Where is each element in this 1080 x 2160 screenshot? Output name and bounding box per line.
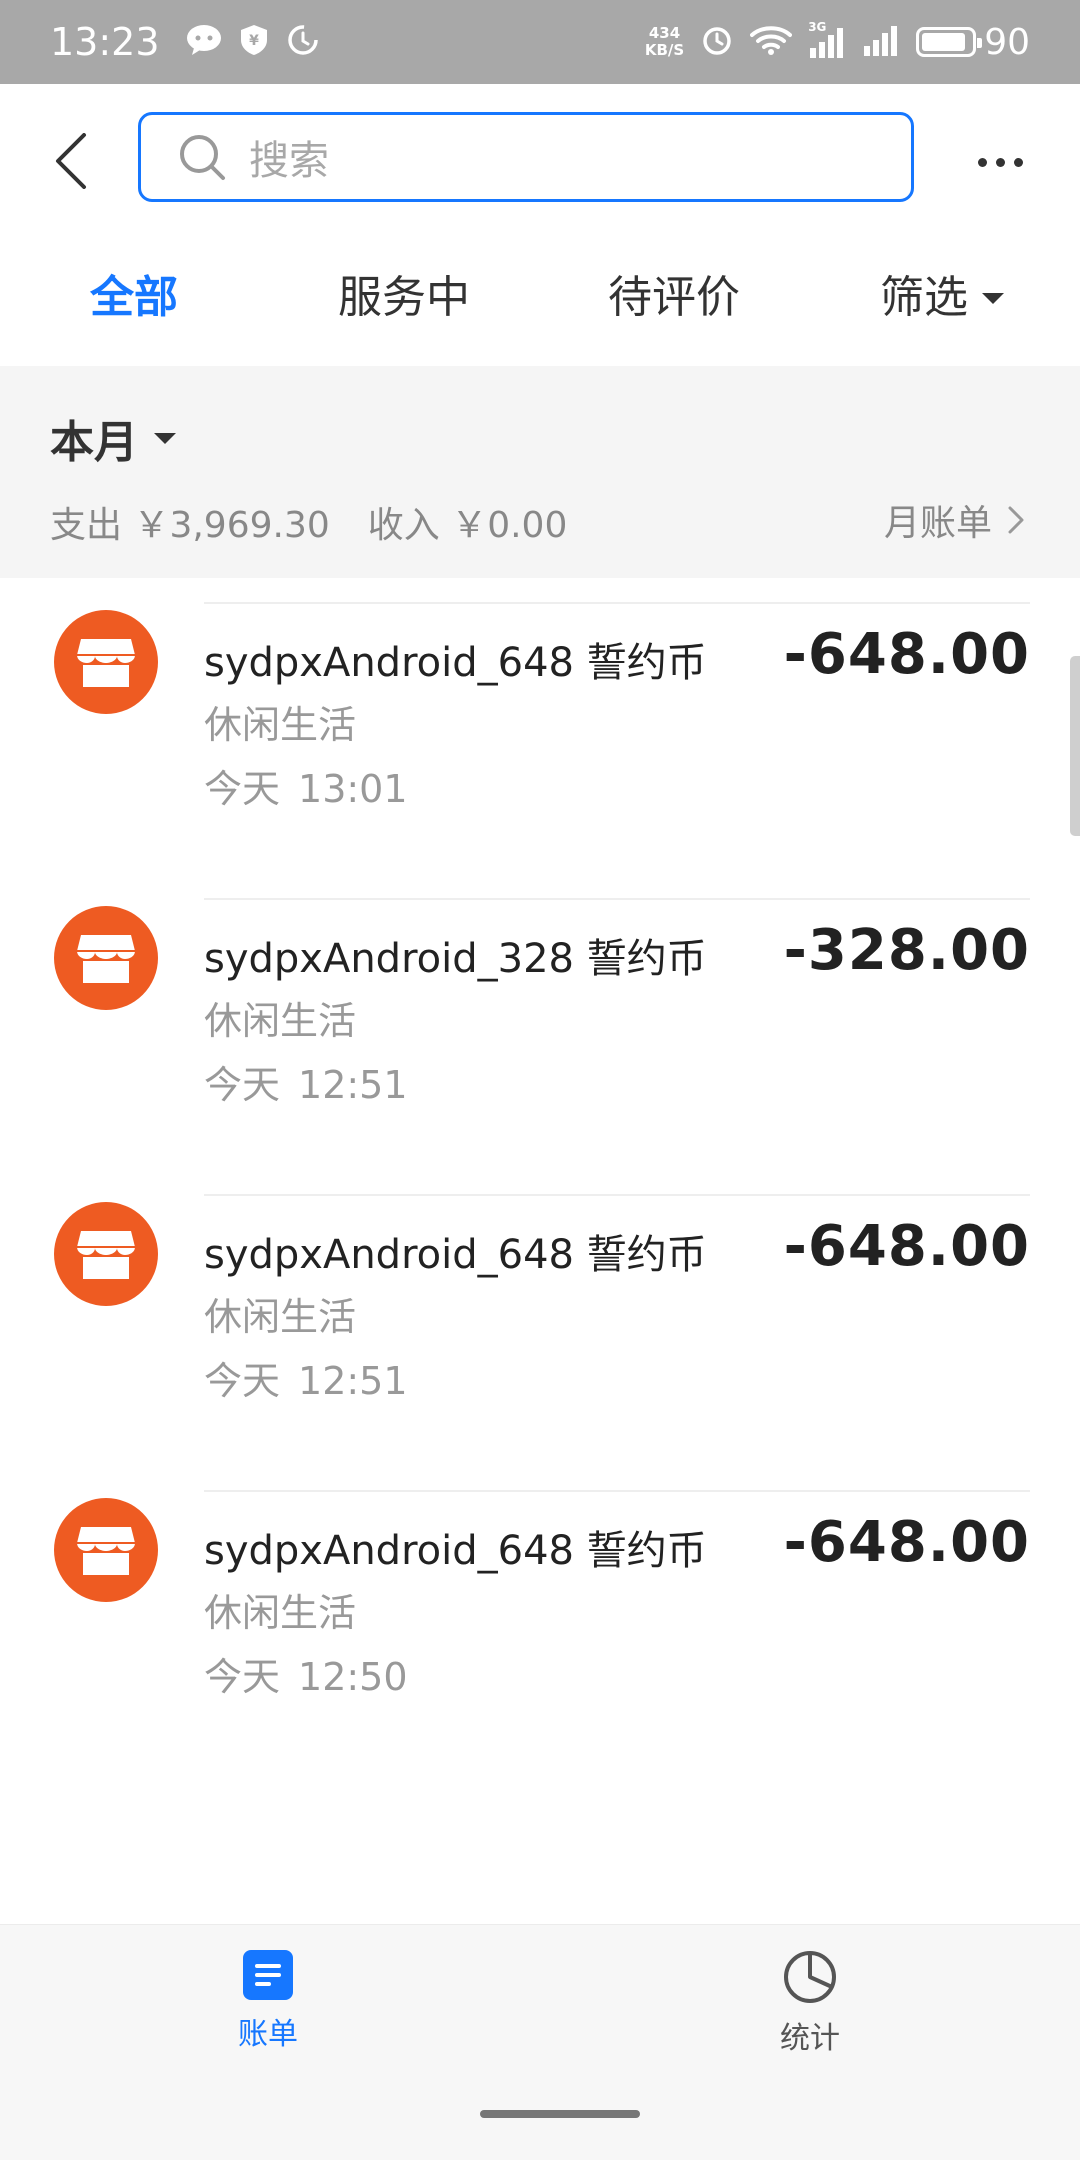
transaction-clock: 12:50 [298, 1655, 408, 1699]
expense-total: 支出 ￥3,969.30 [50, 505, 330, 546]
transaction-time: 今天 12:51 [204, 1350, 408, 1405]
transaction-title: sydpxAndroid_648 誓约币 [204, 1528, 707, 1574]
month-totals: 支出 ￥3,969.30 收入 ￥0.00 [50, 496, 567, 548]
transaction-time: 今天 12:50 [204, 1646, 408, 1701]
monthly-bill-link[interactable]: 月账单 [884, 494, 1024, 546]
filter-tabs: 全部 服务中 待评价 筛选 [0, 230, 1080, 366]
signal-3g-icon: 3G [808, 20, 846, 58]
transaction-amount: -648.00 [783, 622, 1030, 687]
store-icon [54, 1498, 158, 1602]
header: 搜索 [0, 84, 1080, 230]
transaction-day: 今天 [204, 767, 281, 811]
caret-down-icon [982, 292, 1004, 304]
signal-label: 3G [808, 20, 827, 34]
transaction-day: 今天 [204, 1655, 281, 1699]
store-icon [54, 610, 158, 714]
tab-to-review[interactable]: 待评价 [608, 268, 740, 328]
transaction-row[interactable]: sydpxAndroid_648 誓约币 休闲生活今天 12:51 -648.00 [0, 1196, 1080, 1492]
transaction-row[interactable]: sydpxAndroid_648 誓约币 休闲生活今天 13:01 -648.00 [0, 604, 1080, 900]
transaction-category: 休闲生活 [204, 999, 357, 1043]
transaction-category: 休闲生活 [204, 1591, 357, 1635]
more-options-button[interactable] [968, 142, 1032, 182]
more-dot-icon [1013, 157, 1023, 167]
battery-level: 90 [984, 21, 1030, 63]
sync-icon [286, 23, 320, 61]
store-icon [54, 906, 158, 1010]
bill-icon [243, 1950, 293, 2000]
status-bar: 13:23 ¥ 434 KB/S 3G 90 [0, 0, 1080, 84]
net-speed-unit: KB/S [644, 41, 685, 59]
transaction-time: 今天 13:01 [204, 758, 408, 813]
store-icon [54, 1202, 158, 1306]
transaction-clock: 12:51 [298, 1063, 408, 1107]
battery: 90 [916, 22, 1030, 63]
filter-label: 筛选 [880, 272, 968, 323]
transaction-row[interactable]: syd休闲生活今天13:02 [0, 578, 1080, 604]
transaction-row[interactable]: sydpxAndroid_648 誓约币 休闲生活今天 12:50 -648.00 [0, 1492, 1080, 1788]
transaction-row[interactable]: sydpxAndroid_328 誓约币 休闲生活今天 12:51 -328.00 [0, 900, 1080, 1196]
wifi-icon [750, 24, 793, 60]
signal-icon [862, 24, 900, 60]
status-left: 13:23 ¥ [50, 20, 320, 64]
caret-down-icon [154, 432, 176, 444]
svg-text:¥: ¥ [249, 33, 259, 49]
scrollbar[interactable] [1070, 656, 1080, 836]
wechat-icon [186, 24, 222, 60]
monthly-bill-label: 月账单 [883, 503, 992, 544]
transaction-title: sydpxAndroid_648 誓约币 [204, 640, 707, 686]
home-indicator[interactable] [480, 2110, 640, 2118]
transaction-list: syd休闲生活今天13:02sydpxAndroid_648 誓约币休闲生活今天… [0, 578, 1080, 1924]
alarm-icon [700, 23, 734, 61]
transaction-amount: -648.00 [783, 1510, 1030, 1575]
transaction-title: sydpxAndroid_648 誓约币 [204, 1232, 707, 1278]
tab-in-service[interactable]: 服务中 [338, 268, 470, 328]
transaction-time: 今天 12:51 [204, 1054, 408, 1109]
more-dot-icon [995, 157, 1005, 167]
chevron-right-icon [1008, 506, 1024, 534]
back-arrow-icon [56, 133, 86, 189]
transaction-amount: -648.00 [783, 1214, 1030, 1279]
net-speed: 434 KB/S [645, 25, 684, 59]
shield-yen-icon: ¥ [240, 24, 268, 60]
pie-chart-icon [784, 1951, 836, 2003]
tab-filter[interactable]: 筛选 [880, 268, 1004, 328]
month-label: 本月 [50, 417, 138, 468]
nav-bills[interactable]: 账单 [188, 1949, 348, 2053]
search-input[interactable]: 搜索 [138, 112, 914, 202]
transaction-day: 今天 [204, 1359, 281, 1403]
status-right: 434 KB/S 3G 90 [645, 20, 1030, 63]
transaction-day: 今天 [204, 1063, 281, 1107]
nav-stats[interactable]: 统计 [730, 1949, 890, 2057]
battery-icon [916, 27, 983, 57]
income-total: 收入 ￥0.00 [367, 505, 568, 546]
status-time: 13:23 [50, 20, 160, 64]
bottom-nav: 账单 统计 [0, 1924, 1080, 2160]
month-summary-panel: 本月 支出 ￥3,969.30 收入 ￥0.00 月账单 [0, 366, 1080, 578]
tab-all[interactable]: 全部 [90, 268, 178, 328]
transaction-category: 休闲生活 [204, 1295, 357, 1339]
nav-stats-label: 统计 [780, 2021, 840, 2056]
month-selector[interactable]: 本月 [50, 406, 176, 470]
transaction-clock: 13:01 [298, 767, 408, 811]
transaction-amount: -328.00 [783, 918, 1030, 983]
nav-bills-label: 账单 [238, 2017, 298, 2052]
transaction-clock: 12:51 [298, 1359, 408, 1403]
transaction-category: 休闲生活 [204, 703, 357, 747]
transaction-title: sydpxAndroid_328 誓约币 [204, 936, 707, 982]
more-dot-icon [977, 157, 987, 167]
search-icon [180, 135, 225, 180]
search-placeholder: 搜索 [249, 138, 329, 184]
net-speed-value: 434 [648, 24, 681, 42]
back-button[interactable] [46, 126, 96, 196]
